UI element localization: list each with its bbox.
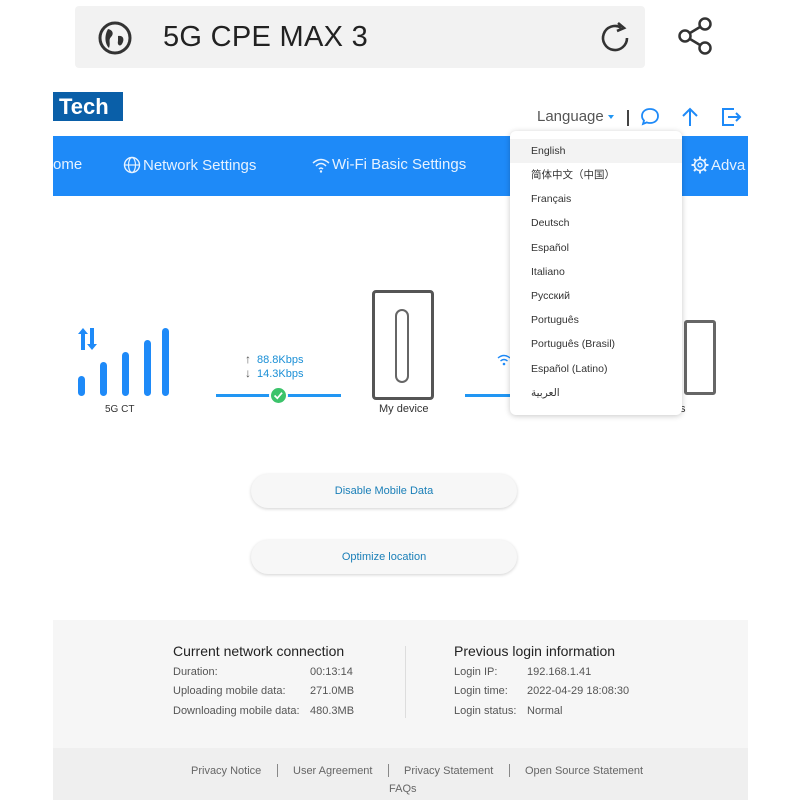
upload-icon[interactable] xyxy=(679,106,701,128)
upload-data-label: Uploading mobile data: xyxy=(173,685,286,697)
disable-mobile-data-button[interactable]: Disable Mobile Data xyxy=(251,474,517,508)
logout-icon[interactable] xyxy=(720,106,742,128)
optimize-location-button[interactable]: Optimize location xyxy=(251,540,517,574)
language-option-spanish-latino[interactable]: Español (Latino) xyxy=(510,357,682,381)
router-device-icon[interactable] xyxy=(372,290,434,400)
share-icon[interactable] xyxy=(676,16,716,56)
login-time-value: 2022-04-29 18:08:30 xyxy=(527,685,630,697)
login-status-value: Normal xyxy=(527,705,563,717)
nav-network-settings[interactable]: Network Settings xyxy=(123,156,256,174)
download-data-value: 480.3MB xyxy=(310,705,355,717)
language-button[interactable]: Language xyxy=(537,108,614,125)
footer-separator xyxy=(509,764,510,777)
language-option-russian[interactable]: Русский xyxy=(510,284,682,308)
brand-logo: Tech xyxy=(53,92,123,121)
login-status-label: Login status: xyxy=(454,705,517,717)
nav-wifi-basic-settings-label: Wi-Fi Basic Settings xyxy=(332,156,467,173)
language-option-arabic[interactable]: العربية xyxy=(510,381,682,405)
user-agreement-link[interactable]: User Agreement xyxy=(293,765,372,777)
nav-home[interactable]: ome xyxy=(53,156,82,173)
duration-value: 00:13:14 xyxy=(310,666,353,678)
browser-address-bar[interactable]: 5G CPE MAX 3 xyxy=(75,6,645,68)
info-divider xyxy=(405,646,406,718)
download-speed: 14.3Kbps xyxy=(257,368,304,380)
nav-advanced[interactable]: Adva xyxy=(691,156,745,174)
caret-down-icon xyxy=(607,115,614,120)
globe-icon xyxy=(98,21,132,55)
login-time-label: Login time: xyxy=(454,685,508,697)
message-icon[interactable] xyxy=(639,106,661,128)
wifi-icon xyxy=(497,354,511,366)
language-label: Language xyxy=(537,108,604,125)
language-option-portuguese-brazil[interactable]: Português (Brasil) xyxy=(510,332,682,356)
language-option-spanish[interactable]: Español xyxy=(510,236,682,260)
wifi-icon xyxy=(312,158,330,173)
network-type-label: 5G CT xyxy=(105,404,135,415)
duration-label: Duration: xyxy=(173,666,218,678)
language-option-french[interactable]: Français xyxy=(510,187,682,211)
header-divider xyxy=(627,110,629,126)
footer-separator xyxy=(277,764,278,777)
faqs-link[interactable]: FAQs xyxy=(389,783,417,795)
speed-readout: ↑ 88.8Kbps ↓ 14.3Kbps xyxy=(245,353,303,381)
upload-data-value: 271.0MB xyxy=(310,685,355,697)
globe-icon xyxy=(123,156,141,174)
download-data-label: Downloading mobile data: xyxy=(173,705,300,717)
privacy-statement-link[interactable]: Privacy Statement xyxy=(404,765,493,777)
language-dropdown: English 简体中文（中国） Français Deutsch Españo… xyxy=(510,131,682,415)
reload-icon[interactable] xyxy=(597,20,633,56)
previous-login-title: Previous login information xyxy=(454,643,616,659)
signal-strength-icon xyxy=(78,328,169,396)
page-title: 5G CPE MAX 3 xyxy=(163,21,369,53)
privacy-notice-link[interactable]: Privacy Notice xyxy=(191,765,261,777)
download-arrow-icon: ↓ xyxy=(245,366,251,380)
nav-wifi-basic-settings[interactable]: Wi-Fi Basic Settings xyxy=(312,156,466,173)
gear-icon xyxy=(691,156,709,174)
language-option-italian[interactable]: Italiano xyxy=(510,260,682,284)
phone-device-icon[interactable] xyxy=(684,320,716,395)
my-device-label: My device xyxy=(379,403,429,415)
upload-arrow-icon: ↑ xyxy=(245,352,251,366)
language-option-german[interactable]: Deutsch xyxy=(510,211,682,235)
current-connection-title: Current network connection xyxy=(173,643,345,659)
upload-speed: 88.8Kbps xyxy=(257,354,304,366)
language-option-english[interactable]: English xyxy=(510,139,682,163)
connection-info-panel: Current network connection Duration: 00:… xyxy=(53,620,748,748)
check-icon xyxy=(269,386,288,405)
language-option-portuguese[interactable]: Português xyxy=(510,308,682,332)
nav-advanced-label: Adva xyxy=(711,157,746,174)
footer-separator xyxy=(388,764,389,777)
footer: Privacy Notice User Agreement Privacy St… xyxy=(53,748,748,800)
wifi-connection-line xyxy=(465,394,515,397)
open-source-statement-link[interactable]: Open Source Statement xyxy=(525,765,643,777)
login-ip-value: 192.168.1.41 xyxy=(527,666,592,678)
nav-network-settings-label: Network Settings xyxy=(143,157,257,174)
language-option-chinese[interactable]: 简体中文（中国） xyxy=(510,163,682,187)
login-ip-label: Login IP: xyxy=(454,666,498,678)
